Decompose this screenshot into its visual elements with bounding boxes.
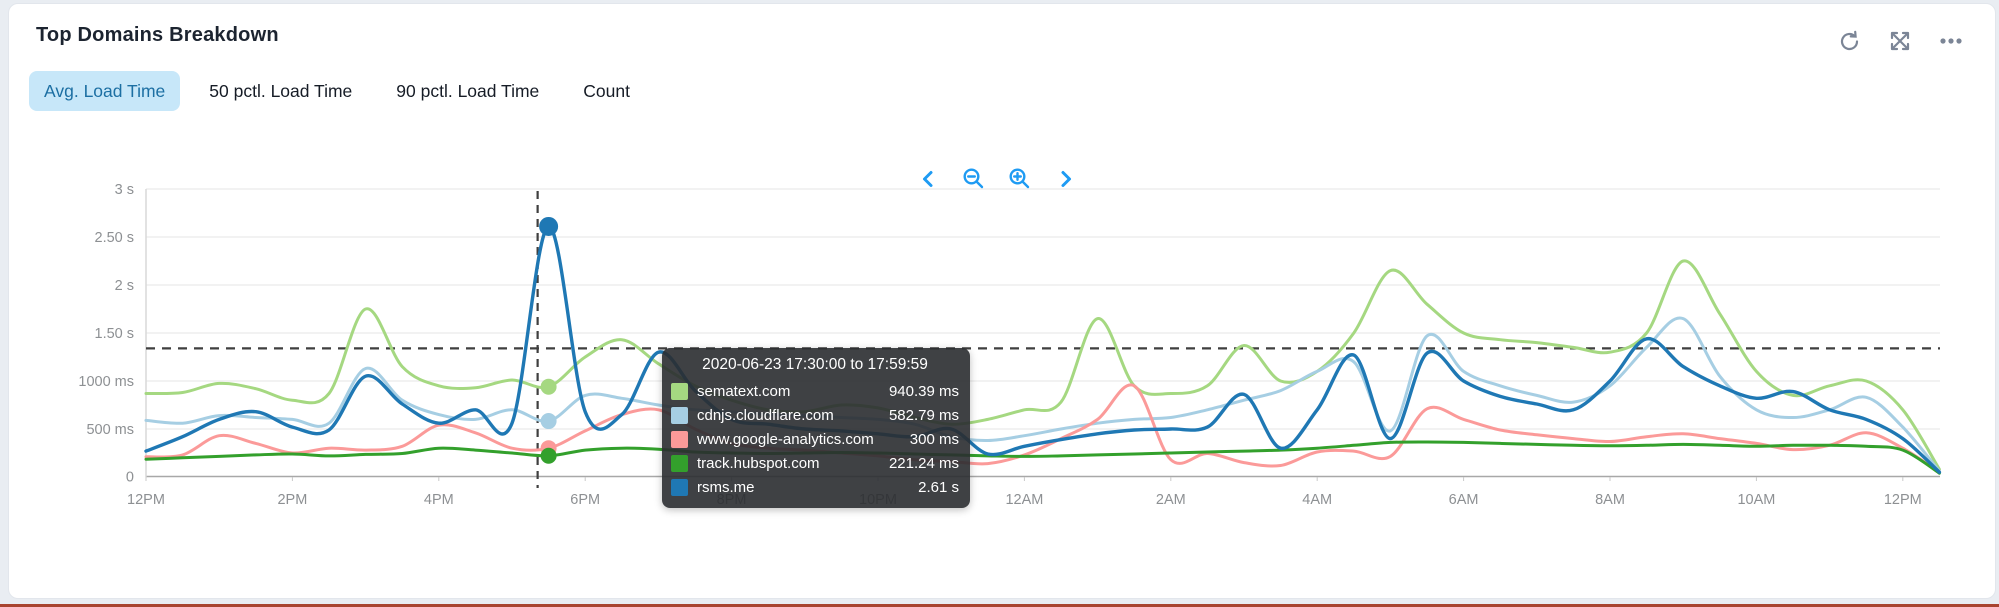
series-name: rsms.me — [697, 478, 755, 496]
zoom-out-button[interactable] — [958, 164, 990, 196]
series-swatch — [671, 406, 688, 424]
pan-right-button[interactable] — [1050, 164, 1082, 196]
more-button[interactable] — [1937, 27, 1965, 55]
zoom-in-icon — [1008, 167, 1032, 194]
refresh-button[interactable] — [1835, 27, 1863, 55]
series-swatch — [671, 478, 688, 496]
pan-left-button[interactable] — [912, 164, 944, 196]
series-value: 2.61 s — [918, 478, 959, 496]
tooltip-row: rsms.me 2.61 s — [671, 475, 959, 499]
tooltip-row: www.google-analytics.com 300 ms — [671, 427, 959, 451]
series-swatch — [671, 454, 688, 472]
chart-zoom-toolbar — [912, 164, 1082, 196]
tooltip-row: cdnjs.cloudflare.com 582.79 ms — [671, 403, 959, 427]
series-value: 582.79 ms — [888, 406, 959, 424]
series-value: 221.24 ms — [888, 454, 959, 472]
zoom-in-button[interactable] — [1004, 164, 1036, 196]
series-name: www.google-analytics.com — [697, 430, 874, 448]
series-value: 300 ms — [909, 430, 959, 448]
expand-icon — [1889, 30, 1911, 52]
top-domains-panel: Top Domains Breakdown Avg. Load Time 50 … — [8, 3, 1996, 599]
tab-avg-load-time[interactable]: Avg. Load Time — [29, 71, 181, 111]
metric-tabs: Avg. Load Time 50 pctl. Load Time 90 pct… — [29, 70, 645, 112]
page-title: Top Domains Breakdown — [36, 24, 279, 46]
ellipsis-icon — [1939, 37, 1963, 45]
series-name: sematext.com — [697, 382, 791, 400]
tab-count[interactable]: Count — [568, 71, 645, 111]
series-swatch — [671, 382, 688, 400]
tooltip-timerange: 2020-06-23 17:30:00 to 17:59:59 — [702, 356, 928, 373]
tooltip-row: sematext.com 940.39 ms — [671, 379, 959, 403]
chevron-right-icon — [1059, 170, 1073, 191]
panel-actions — [1835, 27, 1965, 55]
refresh-icon — [1838, 30, 1861, 53]
series-name: track.hubspot.com — [697, 454, 820, 472]
series-name: cdnjs.cloudflare.com — [697, 406, 834, 424]
tooltip-row: track.hubspot.com 221.24 ms — [671, 451, 959, 475]
tab-90pctl-load-time[interactable]: 90 pctl. Load Time — [381, 71, 554, 111]
chart-tooltip: 2020-06-23 17:30:00 to 17:59:59 sematext… — [662, 348, 970, 508]
page-background-strip — [0, 599, 1999, 607]
series-value: 940.39 ms — [888, 382, 959, 400]
series-swatch — [671, 430, 688, 448]
chevron-left-icon — [921, 170, 935, 191]
expand-button[interactable] — [1886, 27, 1914, 55]
zoom-out-icon — [962, 167, 986, 194]
tab-50pctl-load-time[interactable]: 50 pctl. Load Time — [194, 71, 367, 111]
